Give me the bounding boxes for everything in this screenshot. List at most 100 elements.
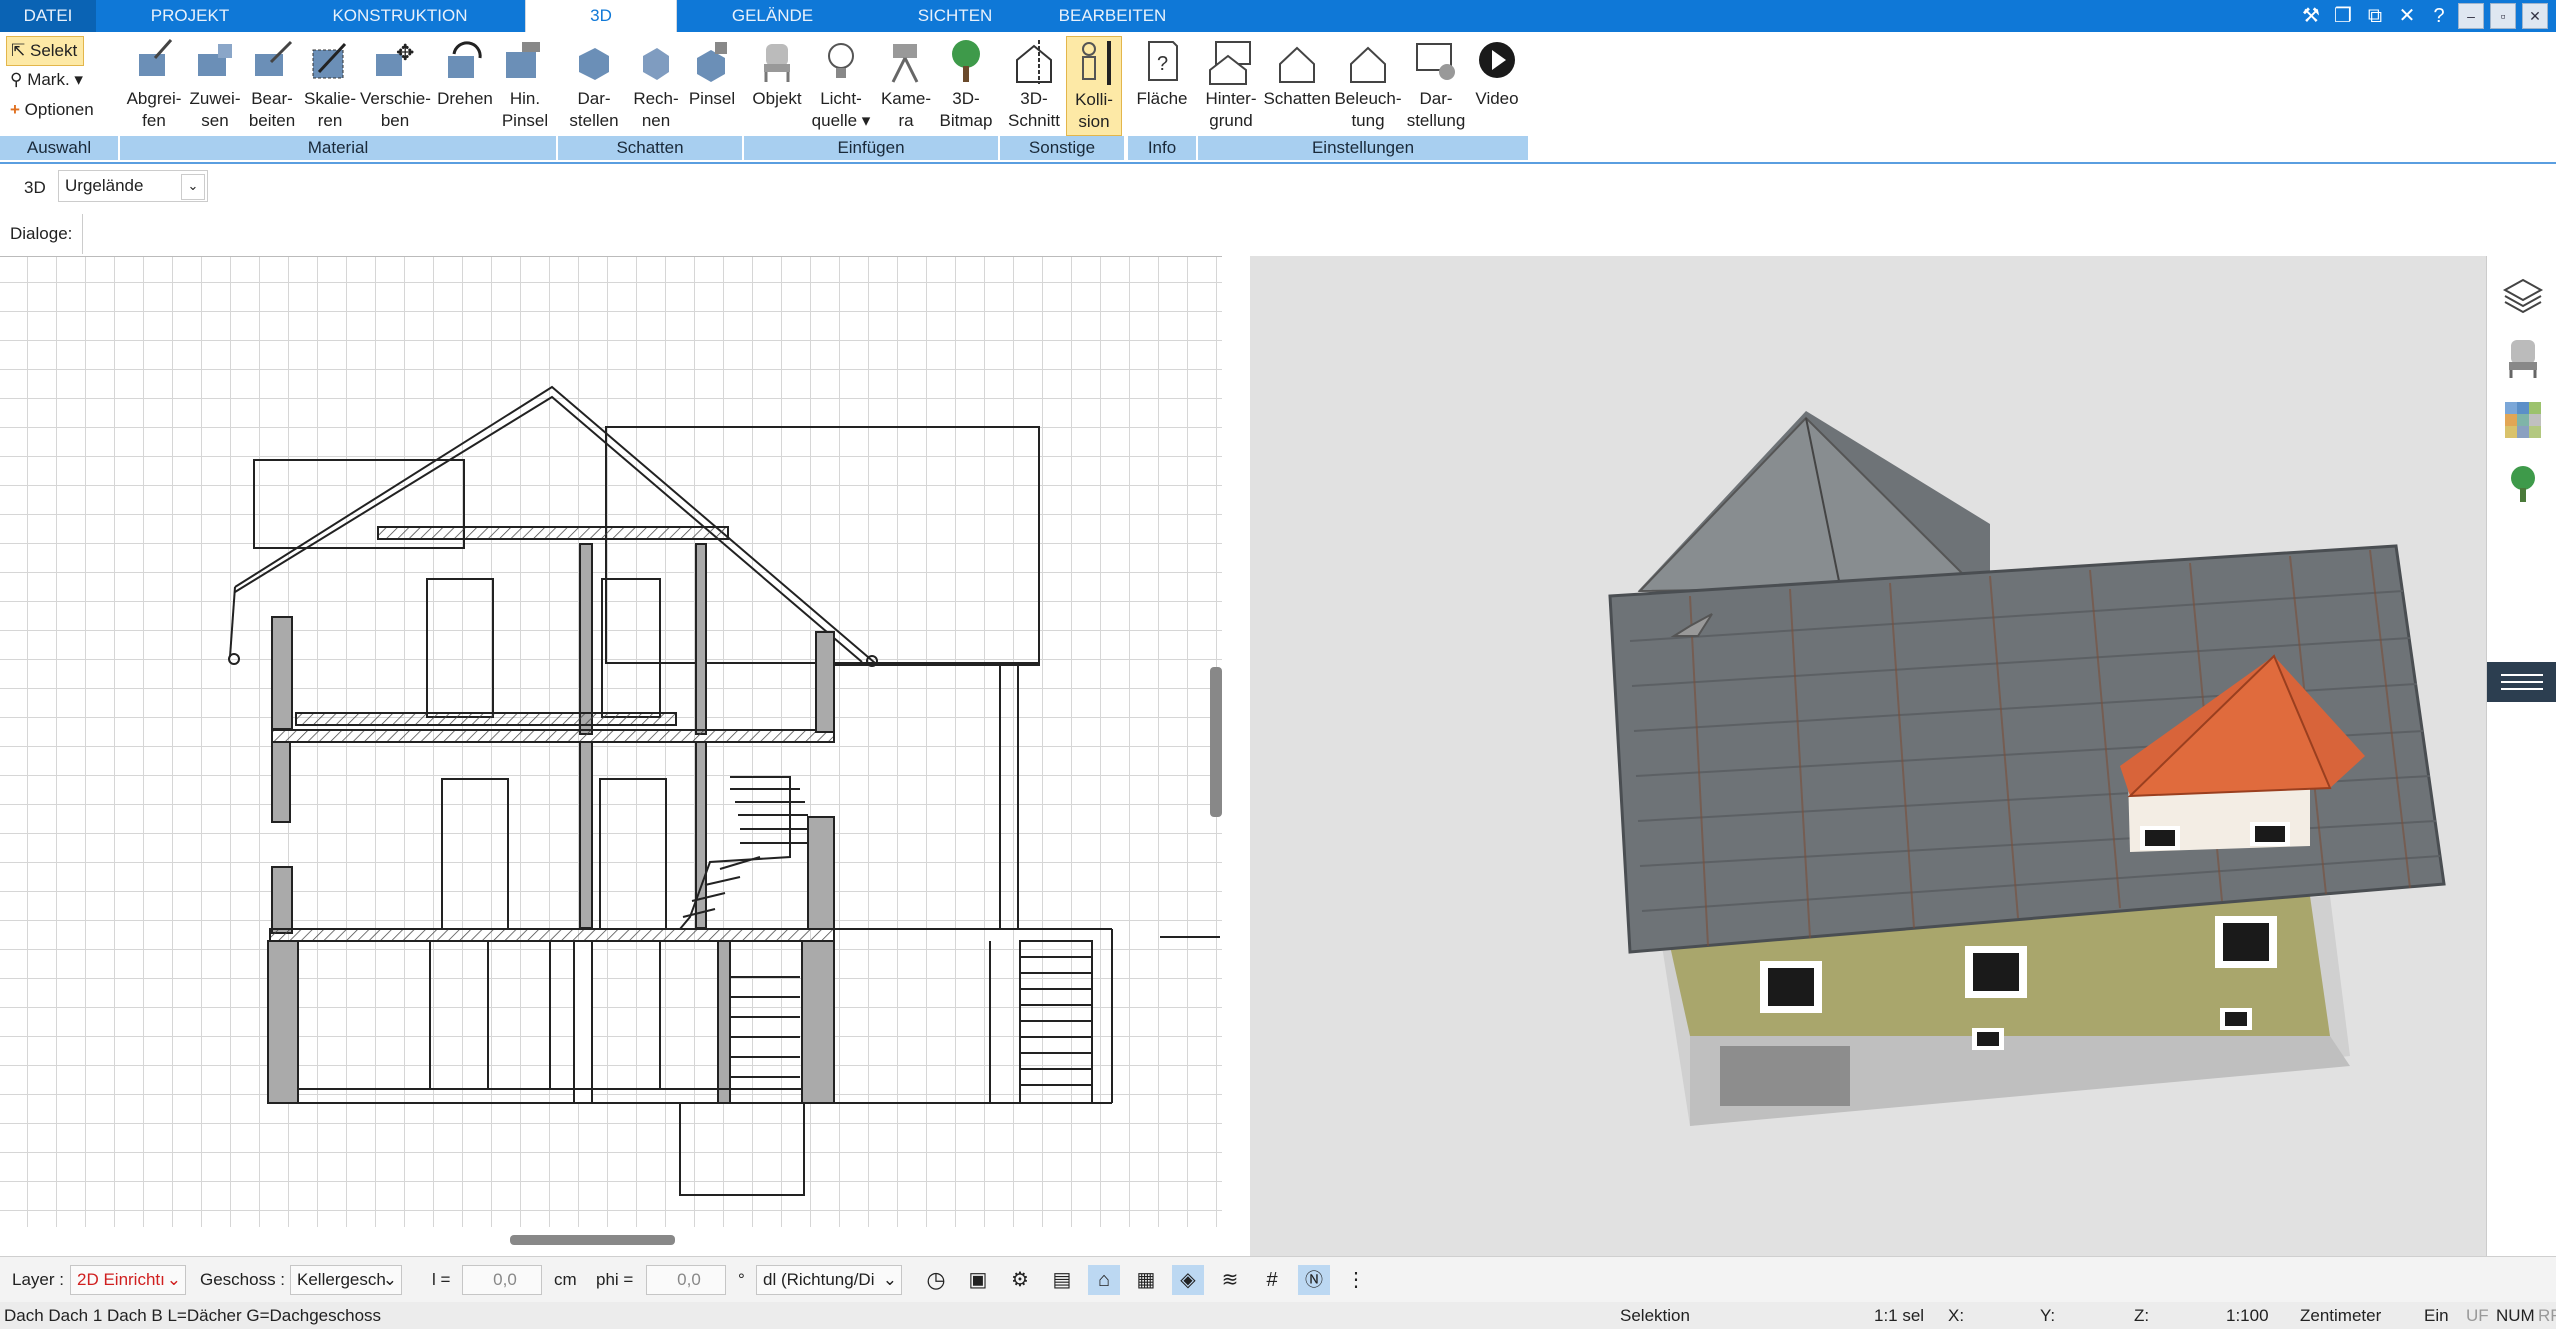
status-scale: 1:100 bbox=[2226, 1306, 2269, 1325]
window-cascade-icon[interactable]: ⧉ bbox=[2362, 3, 2388, 29]
flaeche-button[interactable]: ? Fläche bbox=[1132, 36, 1192, 136]
3d-bitmap-button[interactable]: 3D- Bitmap bbox=[936, 36, 996, 136]
tab-bearbeiten[interactable]: BEARBEITEN bbox=[1045, 0, 1180, 32]
grid-icon[interactable]: # bbox=[1256, 1265, 1288, 1295]
mark-button[interactable]: ⚲ Mark. ▾ bbox=[6, 66, 89, 94]
north-icon[interactable]: Ⓝ bbox=[1298, 1265, 1330, 1295]
furniture-icon[interactable] bbox=[2501, 336, 2545, 380]
scale-icon bbox=[312, 42, 347, 79]
plan-view-2d[interactable] bbox=[0, 256, 1222, 1245]
beleuchtung-button[interactable]: Beleuch-tung bbox=[1332, 36, 1404, 136]
lightbulb-icon bbox=[828, 43, 854, 78]
monitor-icon[interactable]: ▣ bbox=[962, 1265, 994, 1295]
group-schatten: Schatten bbox=[558, 136, 742, 160]
mark-icon: ⚲ bbox=[10, 70, 23, 89]
layers-icon[interactable] bbox=[2501, 274, 2545, 318]
abgreifen-button[interactable]: Abgrei-fen bbox=[122, 36, 186, 136]
objekt-button[interactable]: Objekt bbox=[748, 36, 806, 136]
tab-konstruktion[interactable]: KONSTRUKTION bbox=[320, 0, 480, 32]
tab-sichten[interactable]: SICHTEN bbox=[880, 0, 1030, 32]
video-button[interactable]: Video bbox=[1468, 36, 1526, 136]
rotate-icon bbox=[448, 41, 482, 78]
direction-select[interactable]: dl (Richtung/Di ⌄ bbox=[756, 1265, 902, 1295]
menu-toggle[interactable] bbox=[2487, 662, 2556, 702]
bearbeiten-button[interactable]: Bear-beiten bbox=[244, 36, 300, 136]
status-bar: Dach Dach 1 Dach B L=Dächer G=Dachgescho… bbox=[0, 1302, 2556, 1329]
close-button[interactable]: ✕ bbox=[2522, 3, 2548, 29]
optionen-button[interactable]: + Optionen bbox=[6, 96, 100, 124]
group-sonstige: Sonstige bbox=[1000, 136, 1124, 160]
tools-icon[interactable]: ⚒ bbox=[2298, 3, 2324, 29]
dialoge-label: Dialoge: bbox=[0, 214, 84, 254]
3d-schnitt-button[interactable]: 3D- Schnitt bbox=[1004, 36, 1064, 136]
minimize-button[interactable]: – bbox=[2458, 3, 2484, 29]
window-controls: ⚒ ❐ ⧉ ✕ ? – ▫ ✕ bbox=[2298, 3, 2548, 29]
lichtquelle-button[interactable]: Licht-quelle ▾ bbox=[806, 36, 876, 136]
status-ein: Ein bbox=[2424, 1306, 2449, 1325]
camera-path-icon[interactable]: ⚙ bbox=[1004, 1265, 1036, 1295]
chevron-down-icon[interactable]: ⌄ bbox=[181, 174, 205, 200]
tab-projekt[interactable]: PROJEKT bbox=[120, 0, 260, 32]
darstellung-button[interactable]: Dar-stellung bbox=[1404, 36, 1468, 136]
maximize-button[interactable]: ▫ bbox=[2490, 3, 2516, 29]
group-einstellungen: Einstellungen bbox=[1198, 136, 1528, 160]
help-icon[interactable]: ? bbox=[2426, 3, 2452, 29]
texture-icon[interactable]: ▦ bbox=[1130, 1265, 1162, 1295]
group-auswahl: Auswahl bbox=[0, 136, 118, 160]
section-cut-icon bbox=[1016, 40, 1052, 84]
close-doc-icon[interactable]: ✕ bbox=[2394, 3, 2420, 29]
window-restore-icon[interactable]: ❐ bbox=[2330, 3, 2356, 29]
tab-3d[interactable]: 3D bbox=[525, 0, 677, 32]
collision-person-icon bbox=[1082, 41, 1111, 85]
zuweisen-button[interactable]: Zuwei-sen bbox=[186, 36, 244, 136]
status-unit: Zentimeter bbox=[2300, 1306, 2382, 1325]
view-3d[interactable] bbox=[1250, 256, 2486, 1256]
horizontal-scrollbar[interactable] bbox=[510, 1235, 675, 1245]
phi-input[interactable]: 0,0 bbox=[646, 1265, 726, 1295]
drehen-button[interactable]: Drehen bbox=[430, 36, 500, 136]
length-label: l = bbox=[432, 1270, 451, 1289]
bottom-toolbar: Layer : 2D Einrichtı ⌄ Geschoss : Kellerg… bbox=[0, 1256, 2556, 1303]
kamera-button[interactable]: Kame-ra bbox=[876, 36, 936, 136]
schatten-rechnen-button[interactable]: Rech-nen bbox=[626, 36, 686, 136]
chevron-down-icon: ⌄ bbox=[882, 1270, 897, 1289]
layer-select[interactable]: 2D Einrichtı ⌄ bbox=[70, 1265, 186, 1295]
plants-icon[interactable] bbox=[2501, 462, 2545, 506]
plane-icon[interactable]: ◈ bbox=[1172, 1265, 1204, 1295]
more-options-icon[interactable]: ⋮ bbox=[1340, 1265, 1372, 1295]
pipette-icon bbox=[139, 39, 173, 76]
dialoge-row: Dialoge: bbox=[0, 214, 2556, 254]
tab-gelaende[interactable]: GELÄNDE bbox=[700, 0, 845, 32]
section-drawing bbox=[228, 385, 1220, 1196]
unit-cm: cm bbox=[554, 1270, 577, 1289]
roof-tool-icon[interactable]: ⌂ bbox=[1088, 1265, 1120, 1295]
shadow-brush-icon bbox=[697, 42, 727, 82]
skalieren-button[interactable]: Skalie-ren bbox=[300, 36, 360, 136]
chevron-down-icon: ⌄ bbox=[166, 1270, 181, 1289]
length-input[interactable]: 0,0 bbox=[462, 1265, 542, 1295]
verschieben-button[interactable]: ✥ Verschie-ben bbox=[360, 36, 431, 136]
status-rf: RF bbox=[2538, 1306, 2556, 1325]
schatten-pinsel-button[interactable]: Pinsel bbox=[686, 36, 738, 136]
house-shadow-icon bbox=[1279, 46, 1315, 83]
tree-icon bbox=[952, 40, 980, 82]
schatten-darstellen-button[interactable]: Dar-stellen bbox=[562, 36, 626, 136]
hintergrund-button[interactable]: Hinter-grund bbox=[1200, 36, 1262, 136]
status-mode: Selektion bbox=[1620, 1306, 1690, 1325]
clock-icon[interactable]: ◷ bbox=[920, 1265, 952, 1295]
tab-datei[interactable]: DATEI bbox=[0, 0, 96, 32]
layers-color-icon[interactable]: ▤ bbox=[1046, 1265, 1078, 1295]
side-toolbar bbox=[2486, 256, 2556, 1256]
chevron-down-icon: ⌄ bbox=[382, 1270, 397, 1289]
hin-pinsel-button[interactable]: Hin. Pinsel bbox=[500, 36, 550, 136]
selekt-button[interactable]: ⇱ Selekt bbox=[6, 36, 85, 66]
kollision-button[interactable]: Kolli-sion bbox=[1066, 36, 1122, 136]
materials-palette-icon[interactable] bbox=[2501, 398, 2545, 442]
geschoss-select[interactable]: Kellergesch ⌄ bbox=[290, 1265, 402, 1295]
edit-material-icon bbox=[255, 40, 293, 76]
terrain-select[interactable]: Urgelände ⌄ bbox=[58, 170, 208, 202]
vertical-scrollbar[interactable] bbox=[1210, 667, 1222, 817]
schatten-einstellung-button[interactable]: Schatten bbox=[1262, 36, 1332, 136]
wave-icon[interactable]: ≋ bbox=[1214, 1265, 1246, 1295]
house-light-icon bbox=[1350, 46, 1386, 83]
